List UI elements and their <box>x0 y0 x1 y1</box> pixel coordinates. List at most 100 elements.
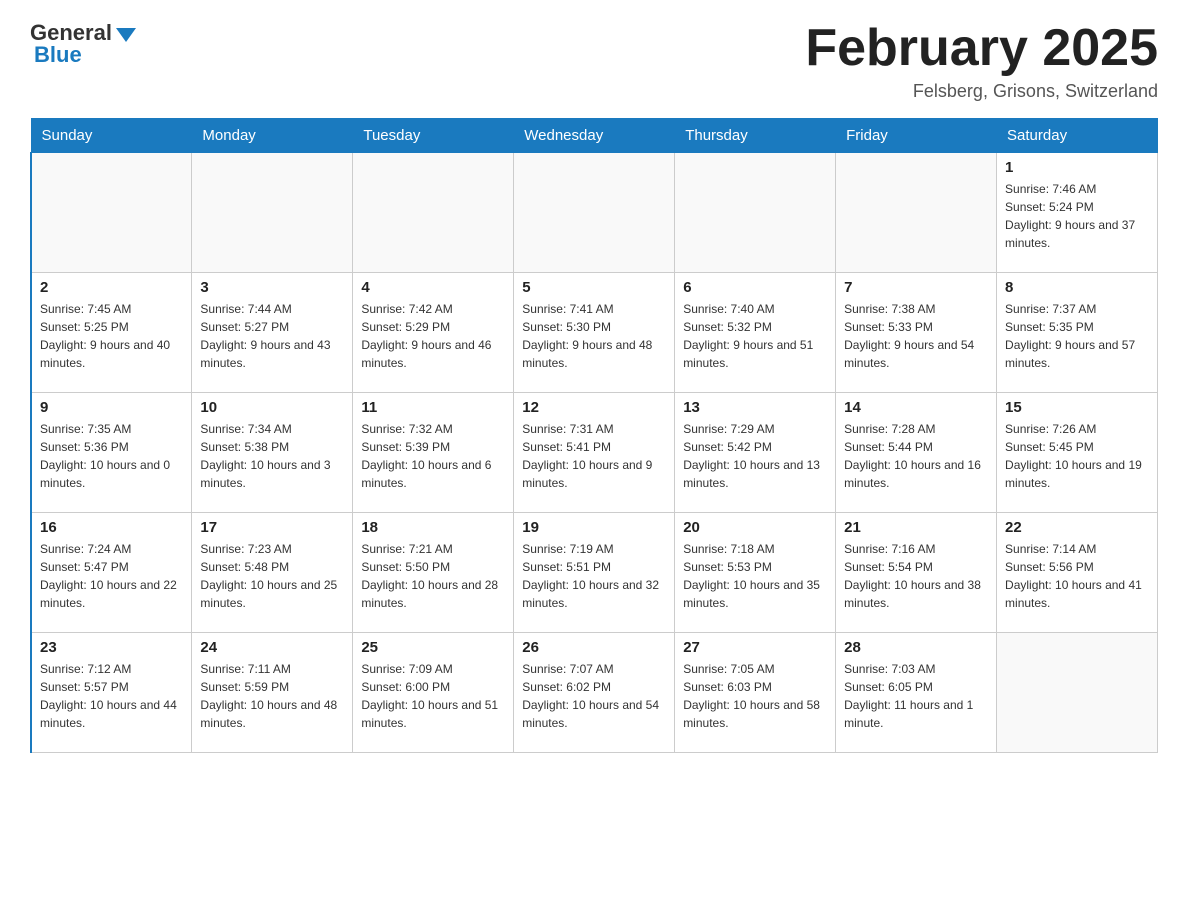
calendar-cell <box>675 153 836 273</box>
day-info: Sunrise: 7:14 AMSunset: 5:56 PMDaylight:… <box>1005 540 1149 612</box>
calendar-cell <box>353 153 514 273</box>
calendar-table: SundayMondayTuesdayWednesdayThursdayFrid… <box>30 118 1158 753</box>
day-number: 18 <box>361 519 505 536</box>
day-number: 25 <box>361 639 505 656</box>
day-info: Sunrise: 7:32 AMSunset: 5:39 PMDaylight:… <box>361 420 505 492</box>
logo-arrow-icon <box>116 28 136 42</box>
calendar-cell: 1Sunrise: 7:46 AMSunset: 5:24 PMDaylight… <box>997 153 1158 273</box>
day-info: Sunrise: 7:11 AMSunset: 5:59 PMDaylight:… <box>200 660 344 732</box>
calendar-cell: 27 Sunrise: 7:05 AMSunset: 6:03 PMDayligh… <box>675 633 836 753</box>
day-number: 28 <box>844 639 988 656</box>
calendar-cell: 13 Sunrise: 7:29 AMSunset: 5:42 PMDayligh… <box>675 393 836 513</box>
column-header-saturday: Saturday <box>997 119 1158 153</box>
calendar-cell <box>514 153 675 273</box>
day-info: Sunrise: 7:31 AMSunset: 5:41 PMDaylight:… <box>522 420 666 492</box>
day-number: 2 <box>40 279 183 296</box>
title-area: February 2025 Felsberg, Grisons, Switzer… <box>805 20 1158 102</box>
day-number: 17 <box>200 519 344 536</box>
calendar-cell: 4Sunrise: 7:42 AMSunset: 5:29 PMDaylight… <box>353 273 514 393</box>
day-number: 15 <box>1005 399 1149 416</box>
day-info: Sunrise: 7:26 AMSunset: 5:45 PMDaylight:… <box>1005 420 1149 492</box>
calendar-cell: 3 Sunrise: 7:44 AMSunset: 5:27 PMDaylight… <box>192 273 353 393</box>
calendar-cell: 26Sunrise: 7:07 AMSunset: 6:02 PMDayligh… <box>514 633 675 753</box>
day-number: 3 <box>200 279 344 296</box>
column-header-monday: Monday <box>192 119 353 153</box>
calendar-cell: 25 Sunrise: 7:09 AMSunset: 6:00 PMDayligh… <box>353 633 514 753</box>
day-number: 21 <box>844 519 988 536</box>
day-number: 6 <box>683 279 827 296</box>
month-title: February 2025 <box>805 20 1158 77</box>
logo-blue-text: Blue <box>30 42 82 68</box>
calendar-cell: 20 Sunrise: 7:18 AMSunset: 5:53 PMDayligh… <box>675 513 836 633</box>
day-info: Sunrise: 7:07 AMSunset: 6:02 PMDaylight:… <box>522 660 666 732</box>
calendar-cell <box>836 153 997 273</box>
logo: General Blue <box>30 20 136 68</box>
day-info: Sunrise: 7:40 AMSunset: 5:32 PMDaylight:… <box>683 300 827 372</box>
day-number: 10 <box>200 399 344 416</box>
day-info: Sunrise: 7:24 AMSunset: 5:47 PMDaylight:… <box>40 540 183 612</box>
day-number: 5 <box>522 279 666 296</box>
day-number: 19 <box>522 519 666 536</box>
calendar-cell: 2Sunrise: 7:45 AMSunset: 5:25 PMDaylight… <box>31 273 192 393</box>
day-info: Sunrise: 7:21 AMSunset: 5:50 PMDaylight:… <box>361 540 505 612</box>
week-row-4: 23 Sunrise: 7:12 AMSunset: 5:57 PMDayligh… <box>31 633 1158 753</box>
day-number: 9 <box>40 399 183 416</box>
day-info: Sunrise: 7:41 AMSunset: 5:30 PMDaylight:… <box>522 300 666 372</box>
calendar-cell: 9 Sunrise: 7:35 AMSunset: 5:36 PMDaylight… <box>31 393 192 513</box>
column-header-thursday: Thursday <box>675 119 836 153</box>
calendar-cell: 16 Sunrise: 7:24 AMSunset: 5:47 PMDayligh… <box>31 513 192 633</box>
calendar-cell: 5 Sunrise: 7:41 AMSunset: 5:30 PMDaylight… <box>514 273 675 393</box>
calendar-cell: 28 Sunrise: 7:03 AMSunset: 6:05 PMDayligh… <box>836 633 997 753</box>
column-header-friday: Friday <box>836 119 997 153</box>
day-info: Sunrise: 7:29 AMSunset: 5:42 PMDaylight:… <box>683 420 827 492</box>
day-number: 11 <box>361 399 505 416</box>
week-row-1: 2Sunrise: 7:45 AMSunset: 5:25 PMDaylight… <box>31 273 1158 393</box>
day-info: Sunrise: 7:34 AMSunset: 5:38 PMDaylight:… <box>200 420 344 492</box>
day-number: 22 <box>1005 519 1149 536</box>
calendar-cell: 23 Sunrise: 7:12 AMSunset: 5:57 PMDayligh… <box>31 633 192 753</box>
calendar-cell: 14Sunrise: 7:28 AMSunset: 5:44 PMDayligh… <box>836 393 997 513</box>
column-header-sunday: Sunday <box>31 119 192 153</box>
day-number: 7 <box>844 279 988 296</box>
day-info: Sunrise: 7:35 AMSunset: 5:36 PMDaylight:… <box>40 420 183 492</box>
calendar-cell: 10 Sunrise: 7:34 AMSunset: 5:38 PMDayligh… <box>192 393 353 513</box>
calendar-cell: 7 Sunrise: 7:38 AMSunset: 5:33 PMDaylight… <box>836 273 997 393</box>
calendar-cell: 17 Sunrise: 7:23 AMSunset: 5:48 PMDayligh… <box>192 513 353 633</box>
calendar-cell <box>192 153 353 273</box>
day-info: Sunrise: 7:38 AMSunset: 5:33 PMDaylight:… <box>844 300 988 372</box>
calendar-header-row: SundayMondayTuesdayWednesdayThursdayFrid… <box>31 119 1158 153</box>
day-number: 24 <box>200 639 344 656</box>
week-row-2: 9 Sunrise: 7:35 AMSunset: 5:36 PMDaylight… <box>31 393 1158 513</box>
calendar-cell: 12 Sunrise: 7:31 AMSunset: 5:41 PMDayligh… <box>514 393 675 513</box>
day-info: Sunrise: 7:18 AMSunset: 5:53 PMDaylight:… <box>683 540 827 612</box>
calendar-cell <box>31 153 192 273</box>
day-info: Sunrise: 7:23 AMSunset: 5:48 PMDaylight:… <box>200 540 344 612</box>
day-number: 23 <box>40 639 183 656</box>
day-number: 8 <box>1005 279 1149 296</box>
calendar-cell: 8 Sunrise: 7:37 AMSunset: 5:35 PMDaylight… <box>997 273 1158 393</box>
column-header-tuesday: Tuesday <box>353 119 514 153</box>
day-info: Sunrise: 7:44 AMSunset: 5:27 PMDaylight:… <box>200 300 344 372</box>
day-info: Sunrise: 7:19 AMSunset: 5:51 PMDaylight:… <box>522 540 666 612</box>
day-number: 27 <box>683 639 827 656</box>
calendar-cell: 15 Sunrise: 7:26 AMSunset: 5:45 PMDayligh… <box>997 393 1158 513</box>
calendar-cell: 21 Sunrise: 7:16 AMSunset: 5:54 PMDayligh… <box>836 513 997 633</box>
day-info: Sunrise: 7:03 AMSunset: 6:05 PMDaylight:… <box>844 660 988 732</box>
calendar-cell: 18 Sunrise: 7:21 AMSunset: 5:50 PMDayligh… <box>353 513 514 633</box>
day-info: Sunrise: 7:09 AMSunset: 6:00 PMDaylight:… <box>361 660 505 732</box>
location-subtitle: Felsberg, Grisons, Switzerland <box>805 81 1158 102</box>
day-number: 12 <box>522 399 666 416</box>
day-number: 1 <box>1005 159 1149 176</box>
day-info: Sunrise: 7:16 AMSunset: 5:54 PMDaylight:… <box>844 540 988 612</box>
page-header: General Blue February 2025 Felsberg, Gri… <box>30 20 1158 102</box>
day-info: Sunrise: 7:05 AMSunset: 6:03 PMDaylight:… <box>683 660 827 732</box>
day-number: 16 <box>40 519 183 536</box>
day-info: Sunrise: 7:42 AMSunset: 5:29 PMDaylight:… <box>361 300 505 372</box>
day-info: Sunrise: 7:12 AMSunset: 5:57 PMDaylight:… <box>40 660 183 732</box>
day-number: 13 <box>683 399 827 416</box>
calendar-cell: 19 Sunrise: 7:19 AMSunset: 5:51 PMDayligh… <box>514 513 675 633</box>
calendar-cell: 6 Sunrise: 7:40 AMSunset: 5:32 PMDaylight… <box>675 273 836 393</box>
week-row-3: 16 Sunrise: 7:24 AMSunset: 5:47 PMDayligh… <box>31 513 1158 633</box>
day-number: 20 <box>683 519 827 536</box>
day-info: Sunrise: 7:37 AMSunset: 5:35 PMDaylight:… <box>1005 300 1149 372</box>
